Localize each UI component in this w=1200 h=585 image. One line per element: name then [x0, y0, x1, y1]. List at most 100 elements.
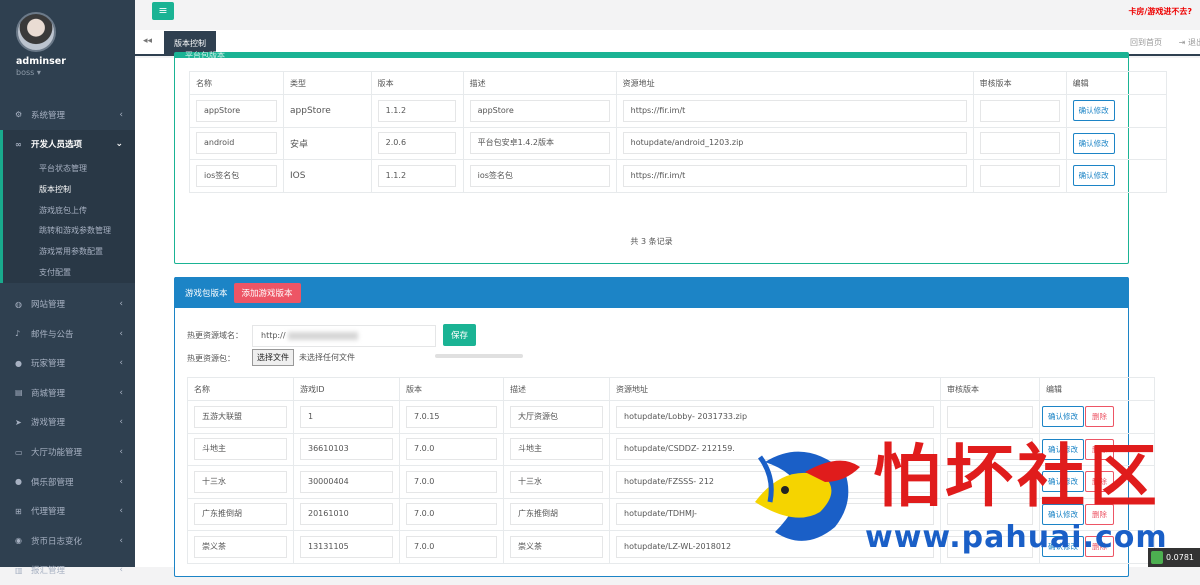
name-input[interactable]: 五游大联盟 — [194, 406, 287, 428]
url-input[interactable]: hotupdate/LZ-WL-2018012 — [616, 536, 934, 558]
url-input[interactable]: hotupdate/CSDDZ- 212159. — [616, 438, 934, 460]
type-cell: IOS — [284, 160, 372, 193]
sidebar-item-lobby[interactable]: ▭大厅功能管理‹ — [0, 437, 135, 467]
review-input[interactable] — [947, 536, 1033, 558]
confirm-edit-button[interactable]: 确认修改 — [1042, 471, 1084, 492]
game-id-input[interactable]: 30000404 — [300, 471, 393, 493]
column-header: 版本 — [400, 378, 504, 401]
version-input[interactable]: 2.0.6 — [378, 132, 456, 154]
sidebar-item-games[interactable]: ➤游戏管理‹ — [0, 408, 135, 438]
delete-button[interactable]: 删除 — [1085, 504, 1114, 525]
version-input[interactable]: 7.0.0 — [406, 503, 497, 525]
desc-input[interactable]: 崇义茶 — [510, 536, 603, 558]
url-input[interactable]: https://fir.im/t — [623, 100, 967, 122]
subitem-payment[interactable]: 支付配置 — [3, 263, 135, 284]
delete-button[interactable]: 删除 — [1085, 406, 1114, 427]
name-input[interactable]: ios签名包 — [196, 165, 277, 187]
version-input[interactable]: 7.0.0 — [406, 536, 497, 558]
url-input[interactable]: hotupdate/android_1203.zip — [623, 132, 967, 154]
desc-input[interactable]: ios签名包 — [470, 165, 610, 187]
subitem-game-upload[interactable]: 游戏底包上传 — [3, 201, 135, 222]
version-input[interactable]: 1.1.2 — [378, 100, 456, 122]
confirm-edit-button[interactable]: 确认修改 — [1073, 165, 1115, 186]
review-input[interactable] — [980, 132, 1060, 154]
subitem-platform-status[interactable]: 平台状态管理 — [3, 159, 135, 180]
sidebar-item-mail[interactable]: ♪邮件与公告‹ — [0, 319, 135, 349]
review-input[interactable] — [980, 100, 1060, 122]
tabs-back-icon[interactable]: ◂◂ — [143, 36, 152, 46]
url-input[interactable]: hotupdate/FZSSS- 212 — [616, 471, 934, 493]
review-input[interactable] — [947, 406, 1033, 428]
choose-file-button[interactable]: 选择文件 — [252, 349, 294, 366]
desc-input[interactable]: 斗地主 — [510, 438, 603, 460]
confirm-edit-button[interactable]: 确认修改 — [1073, 133, 1115, 154]
name-input[interactable]: 广东推倒胡 — [194, 503, 287, 525]
game-id-input[interactable]: 36610103 — [300, 438, 393, 460]
menu-toggle-button[interactable]: ≡ — [152, 2, 174, 20]
review-input[interactable] — [947, 503, 1033, 525]
name-input[interactable]: android — [196, 132, 277, 154]
subitem-redirect-params[interactable]: 跳转和游戏参数管理 — [3, 221, 135, 242]
version-input[interactable]: 7.0.0 — [406, 471, 497, 493]
logout-link[interactable]: ⇥ 退出 — [1179, 37, 1200, 48]
version-input[interactable]: 7.0.15 — [406, 406, 497, 428]
desc-input[interactable]: 平台包安卓1.4.2版本 — [470, 132, 610, 154]
name-input[interactable]: 斗地主 — [194, 438, 287, 460]
subitem-common-params[interactable]: 游戏常用参数配置 — [3, 242, 135, 263]
sidebar-item-agents[interactable]: ⊞代理管理‹ — [0, 496, 135, 526]
name-input[interactable]: appStore — [196, 100, 277, 122]
sidebar-item-shop[interactable]: ▤商城管理‹ — [0, 378, 135, 408]
sidebar-item-developer[interactable]: ∞开发人员选项⌄ — [0, 130, 135, 160]
delete-button[interactable]: 删除 — [1085, 471, 1114, 492]
username[interactable]: adminser — [16, 56, 135, 67]
domain-input[interactable]: http:// — [252, 325, 436, 347]
desc-input[interactable]: 广东推倒胡 — [510, 503, 603, 525]
bell-icon: ♪ — [15, 329, 27, 338]
game-table: 名称 游戏ID 版本 描述 资源地址 审核版本 编辑 五游大联盟 1 7.0.1… — [187, 377, 1155, 564]
subitem-version-control[interactable]: 版本控制 — [3, 180, 135, 201]
table-row: 崇义茶 13131105 7.0.0 崇义茶 hotupdate/LZ-WL-2… — [188, 531, 1155, 564]
logout-icon: ⇥ — [1179, 38, 1188, 47]
table-row: 五游大联盟 1 7.0.15 大厅资源包 hotupdate/Lobby- 20… — [188, 401, 1155, 434]
column-header: 编辑 — [1066, 72, 1166, 95]
version-input[interactable]: 1.1.2 — [378, 165, 456, 187]
save-button[interactable]: 保存 — [443, 324, 476, 346]
column-header: 版本 — [371, 72, 463, 95]
confirm-edit-button[interactable]: 确认修改 — [1042, 439, 1084, 460]
game-id-input[interactable]: 20161010 — [300, 503, 393, 525]
review-input[interactable] — [947, 438, 1033, 460]
review-input[interactable] — [947, 471, 1033, 493]
name-input[interactable]: 十三水 — [194, 471, 287, 493]
user-role-dropdown[interactable]: boss ▾ — [16, 68, 135, 77]
table-row: 广东推倒胡 20161010 7.0.0 广东推倒胡 hotupdate/TDH… — [188, 498, 1155, 531]
confirm-edit-button[interactable]: 确认修改 — [1073, 100, 1115, 121]
help-link[interactable]: 卡房/游戏进不去? — [1128, 6, 1192, 17]
name-input[interactable]: 崇义茶 — [194, 536, 287, 558]
column-header: 编辑 — [1040, 378, 1155, 401]
sidebar-item-currency-log[interactable]: ◉货币日志变化‹ — [0, 526, 135, 556]
url-input[interactable]: hotupdate/Lobby- 2031733.zip — [616, 406, 934, 428]
sidebar-item-reports[interactable]: ▥报汇管理‹ — [0, 556, 135, 585]
sidebar-item-clubs[interactable]: ●俱乐部管理‹ — [0, 467, 135, 497]
review-input[interactable] — [980, 165, 1060, 187]
desc-input[interactable]: 十三水 — [510, 471, 603, 493]
confirm-edit-button[interactable]: 确认修改 — [1042, 406, 1084, 427]
url-input[interactable]: hotupdate/TDHMJ- — [616, 503, 934, 525]
desc-input[interactable]: appStore — [470, 100, 610, 122]
sidebar-item-players[interactable]: ●玩家管理‹ — [0, 349, 135, 379]
home-link[interactable]: 回到首页 — [1130, 37, 1162, 48]
delete-button[interactable]: 删除 — [1085, 439, 1114, 460]
game-id-input[interactable]: 1 — [300, 406, 393, 428]
confirm-edit-button[interactable]: 确认修改 — [1042, 536, 1084, 557]
avatar[interactable] — [16, 12, 56, 52]
game-id-input[interactable]: 13131105 — [300, 536, 393, 558]
confirm-edit-button[interactable]: 确认修改 — [1042, 504, 1084, 525]
url-input[interactable]: https://fir.im/t — [623, 165, 967, 187]
sidebar-item-website[interactable]: ◍网站管理‹ — [0, 289, 135, 319]
version-input[interactable]: 7.0.0 — [406, 438, 497, 460]
column-header: 游戏ID — [294, 378, 400, 401]
desc-input[interactable]: 大厅资源包 — [510, 406, 603, 428]
delete-button[interactable]: 删除 — [1085, 536, 1114, 557]
sidebar-item-system[interactable]: ⚙系统管理‹ — [0, 100, 135, 130]
add-game-version-button[interactable]: 添加游戏版本 — [234, 283, 301, 303]
